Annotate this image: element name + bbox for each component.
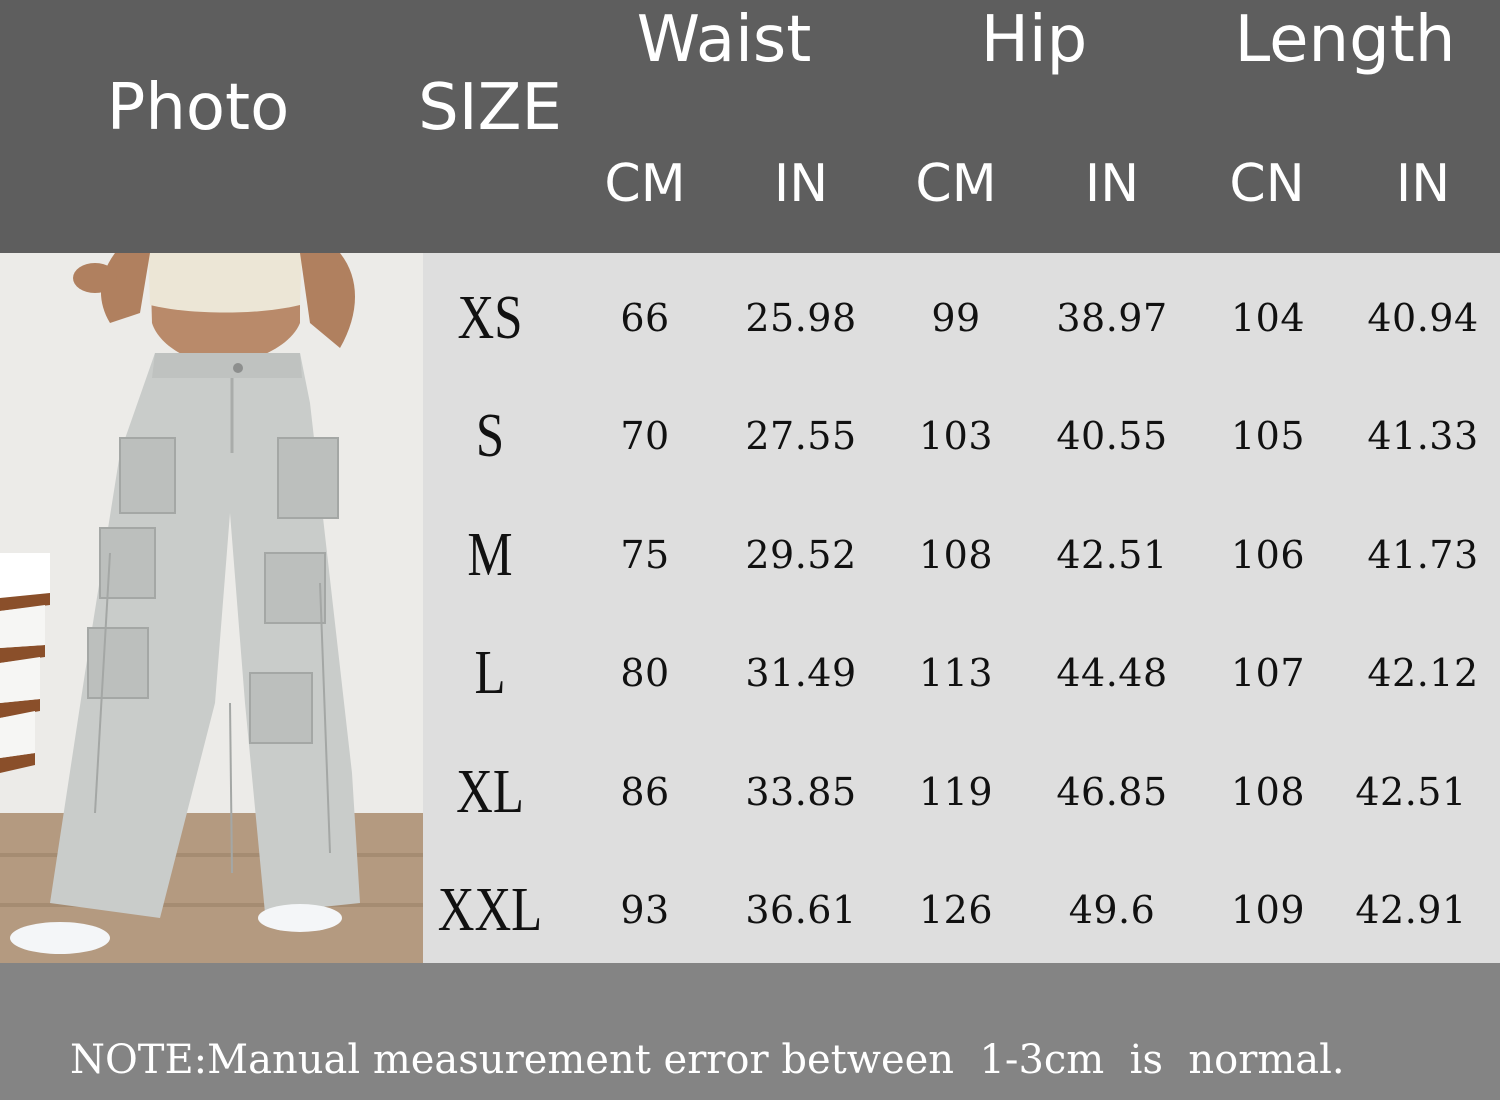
table-cell: 93: [620, 888, 670, 932]
size-label: XL: [456, 758, 524, 826]
size-column-header: SIZE: [418, 71, 562, 145]
table-cell: 119: [918, 770, 994, 814]
table-cell: 103: [918, 414, 994, 458]
size-table-body: XS 66 25.98 99 38.97 104 40.94 S 70 27.5…: [423, 253, 1500, 963]
table-cell: 44.48: [1056, 651, 1168, 695]
hip-cm-header: CM: [915, 154, 997, 214]
table-cell: 126: [918, 888, 994, 932]
size-label: S: [475, 402, 505, 470]
table-cell: 42.51: [1056, 533, 1168, 577]
table-cell: 108: [918, 533, 994, 577]
table-cell: 99: [931, 296, 981, 340]
table-cell: 29.52: [745, 533, 857, 577]
table-cell: 25.98: [745, 296, 857, 340]
table-cell: 107: [1230, 651, 1306, 695]
size-label: M: [467, 521, 513, 589]
table-cell: 40.94: [1367, 296, 1479, 340]
size-label: XS: [457, 284, 523, 352]
measurement-note: NOTE:Manual measurement error between 1-…: [70, 1037, 1345, 1083]
table-cell: 70: [620, 414, 670, 458]
photo-column-header: Photo: [106, 71, 290, 145]
waist-cm-header: CM: [604, 154, 686, 214]
table-cell: 109: [1230, 888, 1306, 932]
table-cell: 42.91: [1355, 888, 1467, 932]
waist-group-header: Waist: [636, 3, 812, 77]
table-cell: 86: [620, 770, 670, 814]
table-cell: 36.61: [745, 888, 857, 932]
table-cell: 108: [1230, 770, 1306, 814]
table-header: Photo SIZE Waist Hip Length CM IN CM IN …: [0, 0, 1500, 253]
hip-group-header: Hip: [980, 3, 1088, 77]
table-cell: 42.12: [1367, 651, 1479, 695]
size-label: XXL: [437, 876, 543, 944]
hip-in-header: IN: [1084, 154, 1140, 214]
table-cell: 40.55: [1056, 414, 1168, 458]
size-label: L: [474, 639, 506, 707]
table-cell: 106: [1230, 533, 1306, 577]
table-cell: 49.6: [1068, 888, 1156, 932]
cargo-pants-illustration: [0, 253, 423, 963]
table-cell: 104: [1230, 296, 1306, 340]
table-cell: 75: [620, 533, 670, 577]
length-group-header: Length: [1234, 3, 1456, 77]
table-cell: 31.49: [745, 651, 857, 695]
table-cell: 38.97: [1056, 296, 1168, 340]
table-cell: 27.55: [745, 414, 857, 458]
table-cell: 41.73: [1367, 533, 1479, 577]
table-cell: 66: [620, 296, 670, 340]
table-cell: 42.51: [1355, 770, 1467, 814]
table-cell: 113: [918, 651, 994, 695]
table-cell: 80: [620, 651, 670, 695]
table-cell: 33.85: [745, 770, 857, 814]
table-cell: 46.85: [1056, 770, 1168, 814]
table-cell: 41.33: [1367, 414, 1479, 458]
length-cm-header: CN: [1229, 154, 1305, 214]
table-cell: 105: [1230, 414, 1306, 458]
product-photo: [0, 253, 423, 963]
length-in-header: IN: [1395, 154, 1451, 214]
waist-in-header: IN: [773, 154, 829, 214]
